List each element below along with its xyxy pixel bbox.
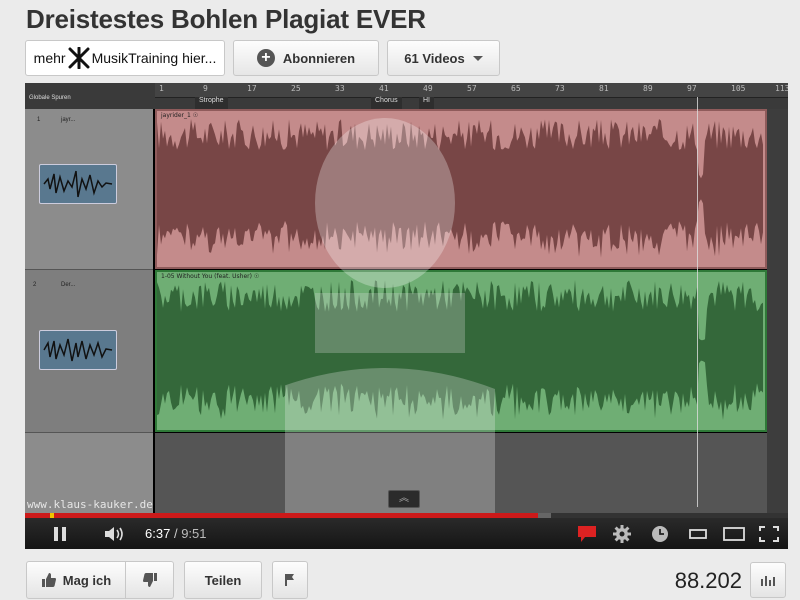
ruler-number: 9	[203, 84, 208, 93]
video-frame[interactable]: Globale Spuren 1 9 17 25 33 41 49 57 65 73 81 89 97 1…	[25, 83, 788, 513]
expand-annotation-button[interactable]: ︽	[388, 490, 420, 508]
current-time: 6:37	[145, 526, 171, 541]
videos-label: 61 Videos	[404, 50, 465, 66]
ruler-number: 105	[731, 84, 746, 93]
channel-link-label: MusikTraining hier...	[91, 50, 217, 66]
ruler-number: 89	[643, 84, 653, 93]
time-display: 6:37 / 9:51	[145, 518, 207, 549]
track-thumbnail-1	[39, 164, 117, 204]
share-button[interactable]: Teilen	[184, 561, 262, 599]
action-bar: Mag ich Teilen	[26, 561, 308, 599]
track-name-1: jayr...	[61, 117, 76, 123]
video-title: Dreistestes Bohlen Plagiat EVER	[26, 4, 426, 34]
share-label: Teilen	[204, 572, 242, 588]
daw-playhead	[697, 97, 698, 507]
video-player[interactable]: Globale Spuren 1 9 17 25 33 41 49 57 65 73 81 89 97 1…	[25, 83, 788, 549]
watch-later-button[interactable]	[647, 518, 673, 549]
small-player-button[interactable]	[685, 518, 711, 549]
ruler-number: 97	[687, 84, 697, 93]
dislike-button[interactable]	[126, 561, 174, 599]
small-player-icon	[689, 528, 707, 539]
ruler-number: 33	[335, 84, 345, 93]
subscribe-button[interactable]: + Abonnieren	[233, 40, 379, 76]
volume-button[interactable]	[99, 518, 131, 549]
stats-button[interactable]	[750, 562, 786, 598]
ruler-number: 17	[247, 84, 257, 93]
fullscreen-button[interactable]	[755, 518, 783, 549]
pause-button[interactable]	[45, 518, 75, 549]
ruler-number: 57	[467, 84, 477, 93]
settings-icon	[613, 524, 631, 543]
ruler-number: 81	[599, 84, 609, 93]
large-player-icon	[723, 526, 745, 541]
ruler-number: 1	[159, 84, 164, 93]
like-button[interactable]: Mag ich	[26, 561, 126, 599]
ruler-number: 113	[775, 84, 788, 93]
volume-icon	[105, 526, 123, 541]
settings-button[interactable]	[609, 518, 635, 549]
track-thumbnail-2	[39, 330, 117, 370]
ruler-number: 65	[511, 84, 521, 93]
bar-chart-icon	[761, 576, 775, 586]
ruler-number: 41	[379, 84, 389, 93]
daw-right-pane	[767, 109, 788, 513]
track-header-1: 1 jayr...	[25, 109, 153, 270]
time-separator: /	[173, 526, 178, 541]
timeline-ruler: 1 9 17 25 33 41 49 57 65 73 81 89 97 105 113	[155, 83, 788, 98]
presenter-silhouette	[285, 118, 495, 513]
flag-button[interactable]	[272, 561, 308, 599]
pause-icon	[54, 526, 66, 541]
ruler-number: 49	[423, 84, 433, 93]
videos-dropdown-button[interactable]: 61 Videos	[387, 40, 500, 76]
watermark-text: www.klaus-kauker.de	[27, 498, 153, 511]
channel-logo-icon	[68, 47, 90, 69]
thumbs-down-icon	[142, 573, 157, 587]
global-tracks-label: Globale Spuren	[29, 95, 71, 101]
channel-link-prefix: mehr	[33, 50, 66, 66]
chevron-down-icon	[472, 55, 483, 61]
fullscreen-icon	[759, 525, 779, 542]
ruler-number: 73	[555, 84, 565, 93]
annotations-button[interactable]	[575, 518, 599, 549]
duration: 9:51	[181, 526, 207, 541]
annotations-icon	[578, 525, 596, 542]
subscribe-label: Abonnieren	[282, 50, 356, 66]
track-number-2: 2	[33, 282, 37, 288]
large-player-button[interactable]	[719, 518, 749, 549]
watch-later-icon	[652, 525, 668, 542]
track-header-2: 2 Der...	[25, 270, 153, 433]
thumbs-up-icon	[41, 573, 56, 587]
like-label: Mag ich	[62, 572, 112, 588]
flag-icon	[285, 574, 294, 586]
section-label-strophe: Strophe	[195, 97, 228, 109]
view-count: 88.202	[674, 568, 742, 593]
player-controls: 6:37 / 9:51	[25, 518, 788, 549]
channel-link-button[interactable]: mehr MusikTraining hier...	[25, 40, 225, 76]
track-name-2: Der...	[61, 282, 76, 288]
channel-bar: mehr MusikTraining hier... + Abonnieren …	[25, 40, 500, 76]
track-number-1: 1	[37, 117, 41, 123]
ruler-number: 25	[291, 84, 301, 93]
track-header-pane: 1 jayr... 2 Der...	[25, 109, 153, 513]
plus-icon: +	[256, 49, 275, 67]
